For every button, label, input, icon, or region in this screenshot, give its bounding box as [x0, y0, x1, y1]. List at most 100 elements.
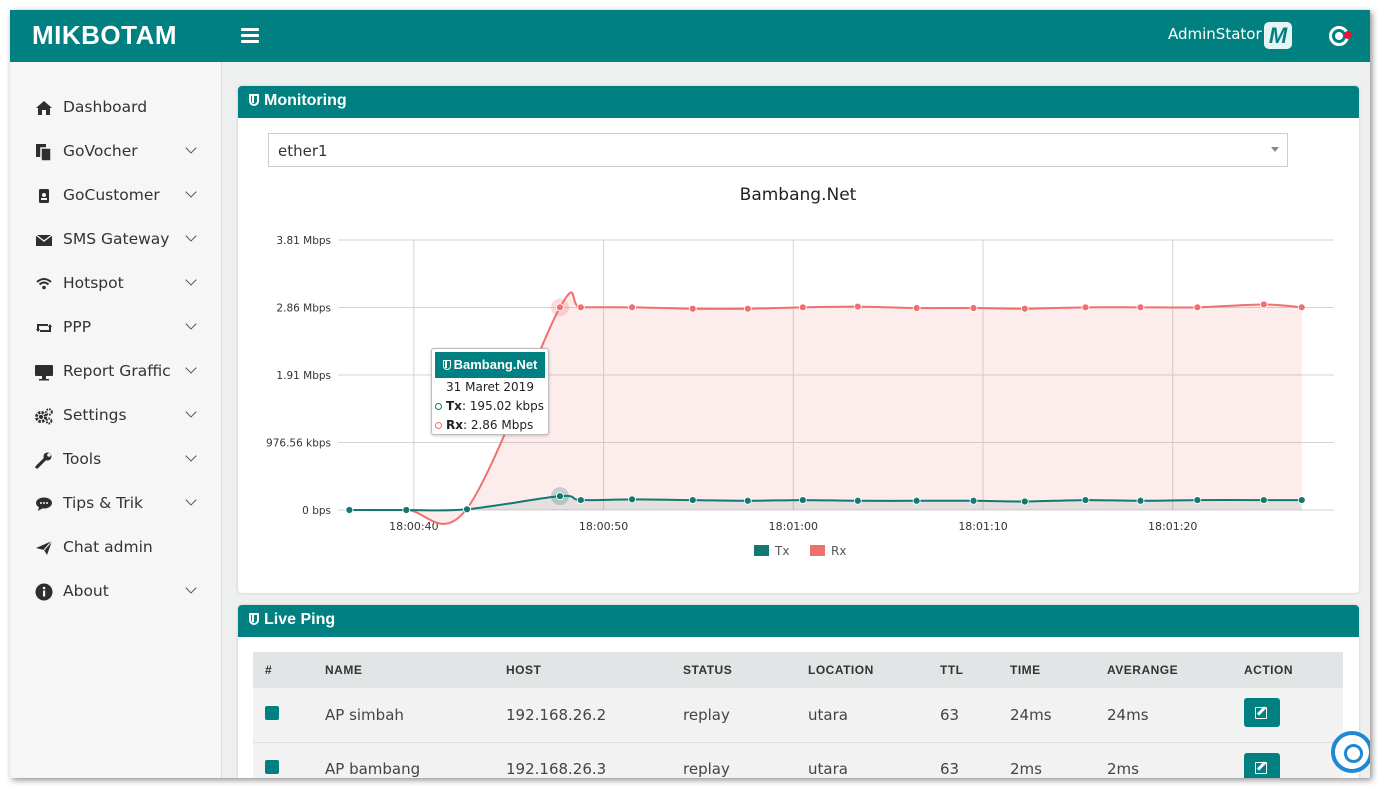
cell-host: 192.168.26.2 — [494, 688, 671, 743]
column-header: ACTION — [1232, 652, 1343, 688]
sidebar-item-gocustomer[interactable]: GoCustomer — [10, 176, 222, 216]
data-point-rx — [798, 303, 807, 312]
data-point-tx — [743, 496, 752, 505]
column-header: LOCATION — [796, 652, 928, 688]
data-point-rx — [556, 303, 564, 312]
column-header: NAME — [313, 652, 494, 688]
edit-button[interactable] — [1244, 752, 1280, 778]
x-tick-label: 18:01:00 — [769, 520, 818, 533]
sidebar-item-report-graffic[interactable]: Report Graffic — [10, 352, 222, 392]
sidebar-item-dashboard[interactable]: Dashboard — [10, 88, 222, 128]
sidebar-item-label: GoVocher — [63, 142, 138, 160]
data-point-tx — [688, 496, 697, 504]
data-point-rx — [576, 303, 585, 312]
data-point-rx — [1297, 303, 1306, 312]
user-avatar[interactable]: M — [1264, 22, 1292, 49]
table-row: AP bambang 192.168.26.3 replay utara 63 … — [253, 742, 1343, 778]
monitoring-header: Monitoring — [238, 86, 1359, 118]
chat-widget-button[interactable] — [1331, 731, 1370, 773]
cogs-icon — [34, 406, 54, 426]
sidebar-item-label: Hotspot — [63, 274, 124, 292]
data-point-tx — [345, 506, 354, 514]
data-point-tx — [402, 506, 411, 514]
chevron-down-icon — [185, 318, 197, 330]
cell-time: 24ms — [998, 688, 1095, 743]
sidebar-item-tips-trik[interactable]: Tips & Trik — [10, 484, 222, 524]
data-point-tx — [1193, 496, 1202, 504]
table-header-row: # NAME HOST STATUS LOCATION TTL TIME AVE… — [253, 652, 1343, 688]
data-point-tx — [463, 505, 471, 514]
data-point-tx — [853, 496, 862, 505]
data-point-rx — [1020, 304, 1029, 313]
legend-item-rx[interactable]: Rx — [810, 544, 846, 558]
sidebar-item-label: Tools — [63, 450, 102, 468]
y-tick-label: 1.91 Mbps — [276, 370, 331, 382]
cell-ttl: 63 — [928, 688, 998, 743]
row-marker — [253, 688, 313, 743]
status-square-icon — [265, 705, 279, 720]
cell-host: 192.168.26.3 — [494, 742, 671, 778]
data-point-tx — [969, 496, 978, 505]
data-point-rx — [1136, 303, 1145, 312]
cell-time: 2ms — [998, 742, 1095, 778]
tooltip-tx-row: Tx: 195.02 kbps — [435, 399, 544, 413]
sidebar-item-chat-admin[interactable]: Chat admin — [10, 528, 222, 568]
sidebar-item-label: Tips & Trik — [63, 494, 143, 512]
column-header: STATUS — [671, 652, 796, 688]
sidebar-item-label: Settings — [63, 406, 127, 424]
chevron-down-icon — [185, 494, 197, 506]
traffic-chart: 0 bps 976.56 kbps 1.91 Mbps 2.86 Mbps 3.81 M… — [266, 235, 1334, 533]
data-point-rx — [912, 304, 921, 312]
sidebar-item-label: Dashboard — [63, 98, 148, 116]
sidebar-item-label: Chat admin — [63, 538, 153, 556]
wrench-icon — [34, 450, 54, 470]
wifi-icon — [34, 274, 54, 294]
data-point-rx — [853, 302, 862, 311]
tooltip-tx-value: : 195.02 kbps — [461, 399, 545, 413]
sidebar-item-sms-gateway[interactable]: SMS Gateway — [10, 220, 222, 260]
x-tick-label: 18:00:50 — [579, 520, 628, 533]
column-header: # — [253, 652, 313, 688]
sidebar-item-tools[interactable]: Tools — [10, 440, 222, 480]
tx-marker-icon — [435, 403, 442, 410]
cell-name: AP simbah — [313, 688, 494, 743]
sidebar-item-govocher[interactable]: GoVocher — [10, 132, 222, 172]
shield-icon — [442, 360, 451, 370]
sidebar-item-about[interactable]: About — [10, 572, 222, 612]
copy-icon — [34, 142, 54, 162]
data-point-tx — [628, 495, 636, 504]
cell-average: 2ms — [1095, 742, 1232, 778]
tooltip-rx-value: : 2.86 Mbps — [462, 418, 534, 432]
data-point-tx — [1297, 496, 1306, 504]
shield-icon — [249, 613, 259, 625]
paper-plane-icon — [34, 538, 54, 558]
chart-tooltip: Bambang.Net 31 Maret 2019 Tx: 195.02 kbp… — [431, 348, 549, 435]
sidebar-item-hotspot[interactable]: Hotspot — [10, 264, 222, 304]
sidebar-item-ppp[interactable]: PPP — [10, 308, 222, 348]
data-point-tx — [1136, 496, 1145, 505]
top-navbar: MIKBOTAM AdminStator M — [10, 10, 1370, 62]
y-tick-label: 0 bps — [302, 505, 331, 517]
live-ping-panel: Live Ping # NAME HOST STATUS LOCATION TT… — [238, 605, 1359, 778]
data-point-rx — [743, 304, 752, 313]
rx-marker-icon — [435, 422, 442, 429]
legend-swatch — [810, 545, 825, 556]
data-point-rx — [628, 303, 636, 312]
column-header: AVERANGE — [1095, 652, 1232, 688]
edit-button[interactable] — [1244, 698, 1280, 728]
legend-item-tx[interactable]: Tx — [754, 544, 789, 558]
chevron-down-icon — [185, 406, 197, 418]
brand-logo[interactable]: MIKBOTAM — [32, 20, 177, 51]
user-name[interactable]: AdminStator — [1168, 25, 1262, 43]
data-point-tx — [798, 496, 807, 504]
comments-icon — [34, 494, 54, 514]
desktop-icon — [34, 362, 54, 382]
sidebar-item-settings[interactable]: Settings — [10, 396, 222, 436]
data-point-rx — [1259, 300, 1268, 309]
y-tick-label: 2.86 Mbps — [276, 303, 331, 315]
status-square-icon — [265, 760, 279, 775]
hamburger-icon[interactable] — [241, 28, 259, 44]
envelope-icon — [34, 230, 54, 250]
cell-name: AP bambang — [313, 742, 494, 778]
y-tick-label: 976.56 kbps — [266, 438, 331, 450]
